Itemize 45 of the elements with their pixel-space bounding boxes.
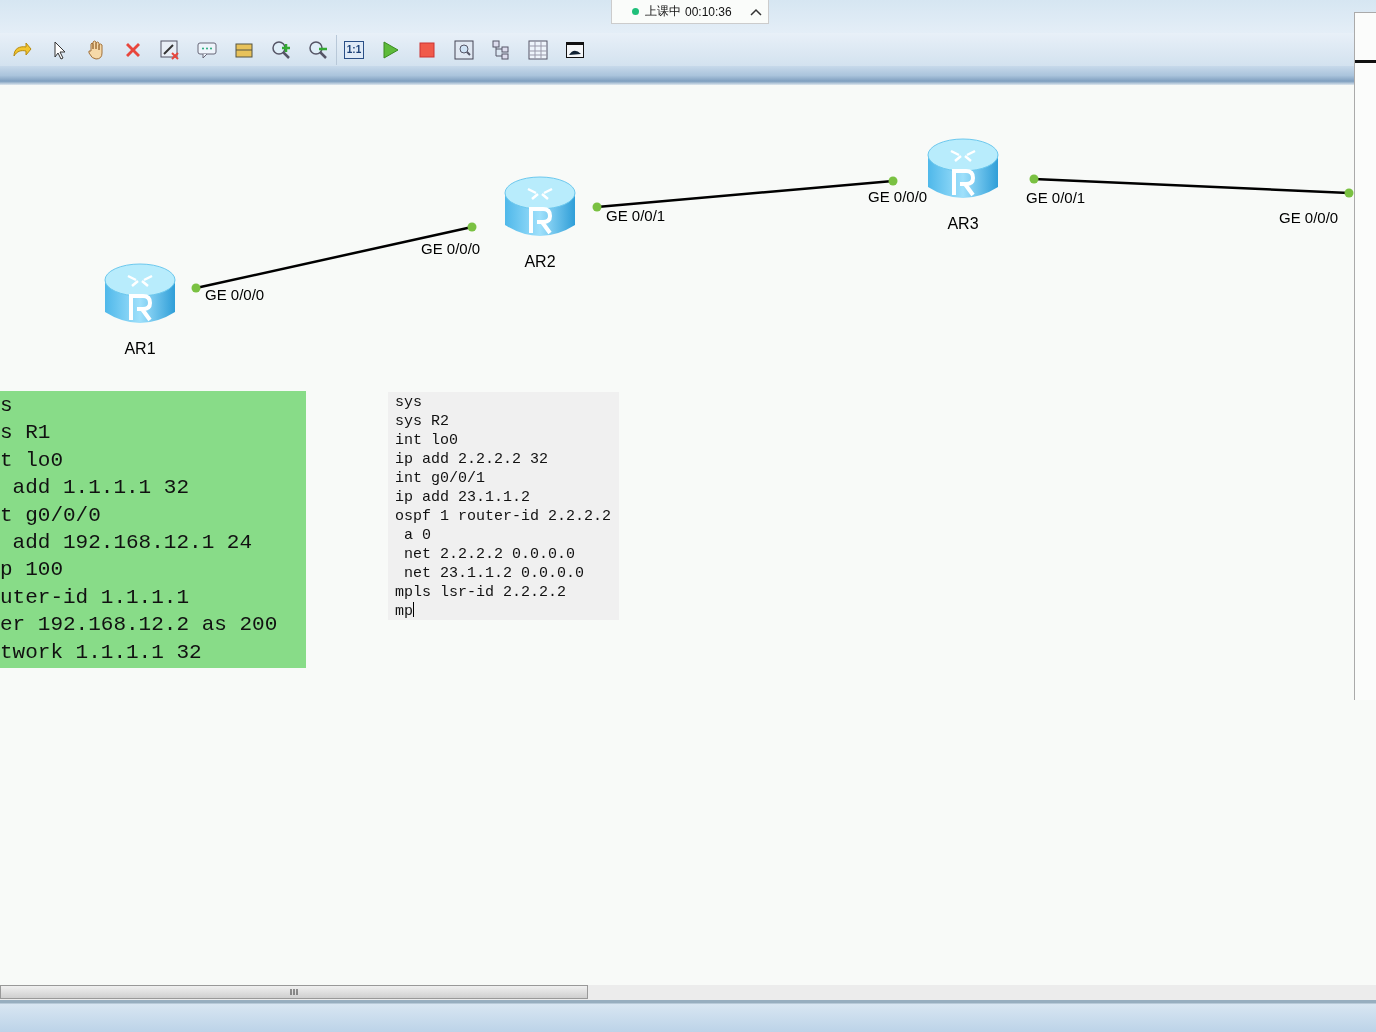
config-line: ospf 1 router-id 2.2.2.2 (395, 507, 613, 526)
config-line: net 2.2.2.2 0.0.0.0 (403, 545, 577, 564)
config-line: s (0, 393, 14, 419)
config-line: s R1 (0, 420, 52, 447)
config-line: mpls lsr-id 2.2.2.2 (395, 583, 568, 602)
port-label: GE 0/0/1 (1026, 188, 1086, 208)
config-line: sys (395, 393, 423, 412)
zoom-out-icon[interactable] (307, 38, 329, 61)
config-line: net 23.1.1.2 0.0.0.0 (403, 564, 586, 583)
grid-icon[interactable] (527, 38, 549, 61)
config-line: add 1.1.1.1 32 (11, 475, 191, 502)
fit-button[interactable]: 1:1 (344, 40, 364, 59)
config-line: twork 1.1.1.1 32 (0, 639, 203, 666)
port-label: GE 0/0/0 (421, 239, 481, 259)
router-name: AR2 (524, 252, 556, 272)
port-label: GE 0/0/0 (868, 187, 928, 207)
config-line: int lo0 (395, 431, 459, 450)
caret-icon[interactable] (749, 7, 762, 16)
config-line: er 192.168.12.2 as 200 (0, 612, 279, 639)
session-label: 上课中 (645, 3, 681, 20)
port-label: GE 0/0/0 (205, 285, 265, 305)
config-line: uter-id 1.1.1.1 (0, 584, 191, 611)
config-line: a 0 (403, 526, 432, 545)
config-line: add 192.168.12.1 24 (11, 530, 254, 557)
topology-icon[interactable] (490, 38, 512, 61)
config-line: int g0/0/1 (395, 469, 486, 488)
config-line: mp (395, 602, 416, 621)
session-timer: 00:10:36 (685, 4, 732, 19)
horizontal-scrollbar[interactable] (0, 985, 1376, 1000)
config-line: t lo0 (0, 447, 64, 474)
grip-icon (290, 988, 298, 996)
remove-link-icon[interactable] (159, 38, 181, 61)
config-line: ip add 23.1.1.2 (395, 488, 532, 507)
config-line: sys R2 (395, 412, 450, 431)
config-line: t g0/0/0 (0, 502, 102, 529)
router-name: AR1 (124, 339, 156, 359)
port-label: GE 0/0/1 (606, 206, 666, 226)
scrollbar-thumb[interactable] (0, 985, 588, 999)
zoom-in-icon[interactable] (270, 38, 292, 61)
status-dot (632, 8, 639, 15)
router-name: AR3 (947, 214, 979, 234)
capture-icon[interactable] (453, 38, 475, 61)
config-line: ip add 2.2.2.2 32 (395, 450, 550, 469)
port-label: GE 0/0/0 (1279, 208, 1339, 228)
config-line: p 100 (0, 557, 64, 584)
